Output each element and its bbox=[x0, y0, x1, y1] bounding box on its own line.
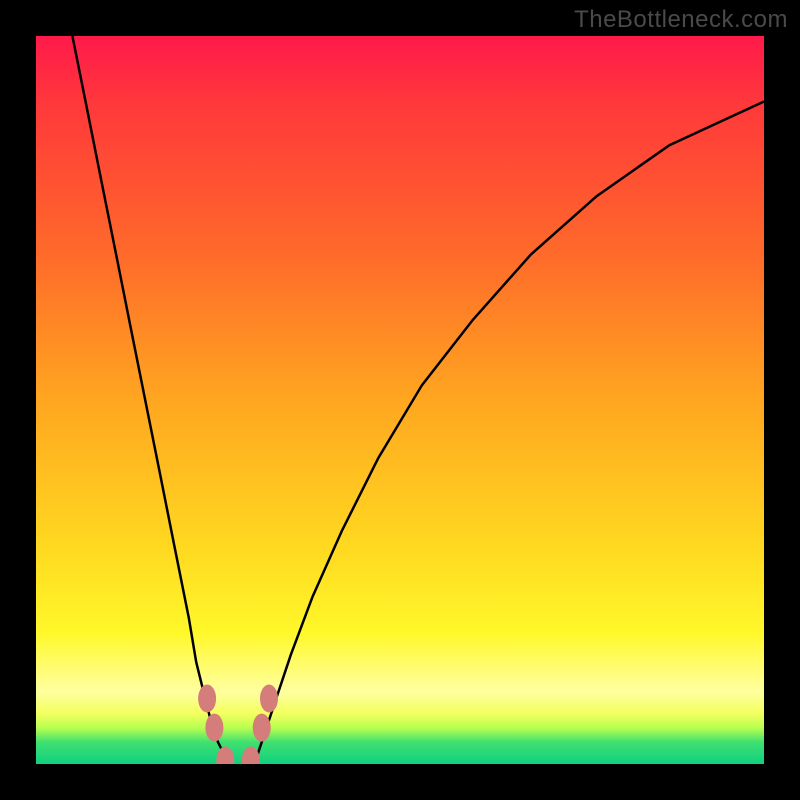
watermark-text: TheBottleneck.com bbox=[574, 6, 788, 34]
chart-frame bbox=[36, 36, 764, 764]
left-curve bbox=[72, 36, 229, 764]
bead-bottom-left bbox=[216, 746, 234, 764]
chart-svg bbox=[36, 36, 764, 764]
bead-right-lower bbox=[253, 714, 271, 742]
bead-right-upper bbox=[260, 685, 278, 713]
bead-bottom-right bbox=[242, 746, 260, 764]
bead-left-lower bbox=[205, 714, 223, 742]
beads-group bbox=[198, 685, 278, 765]
right-curve bbox=[254, 102, 764, 765]
bead-left-upper bbox=[198, 685, 216, 713]
